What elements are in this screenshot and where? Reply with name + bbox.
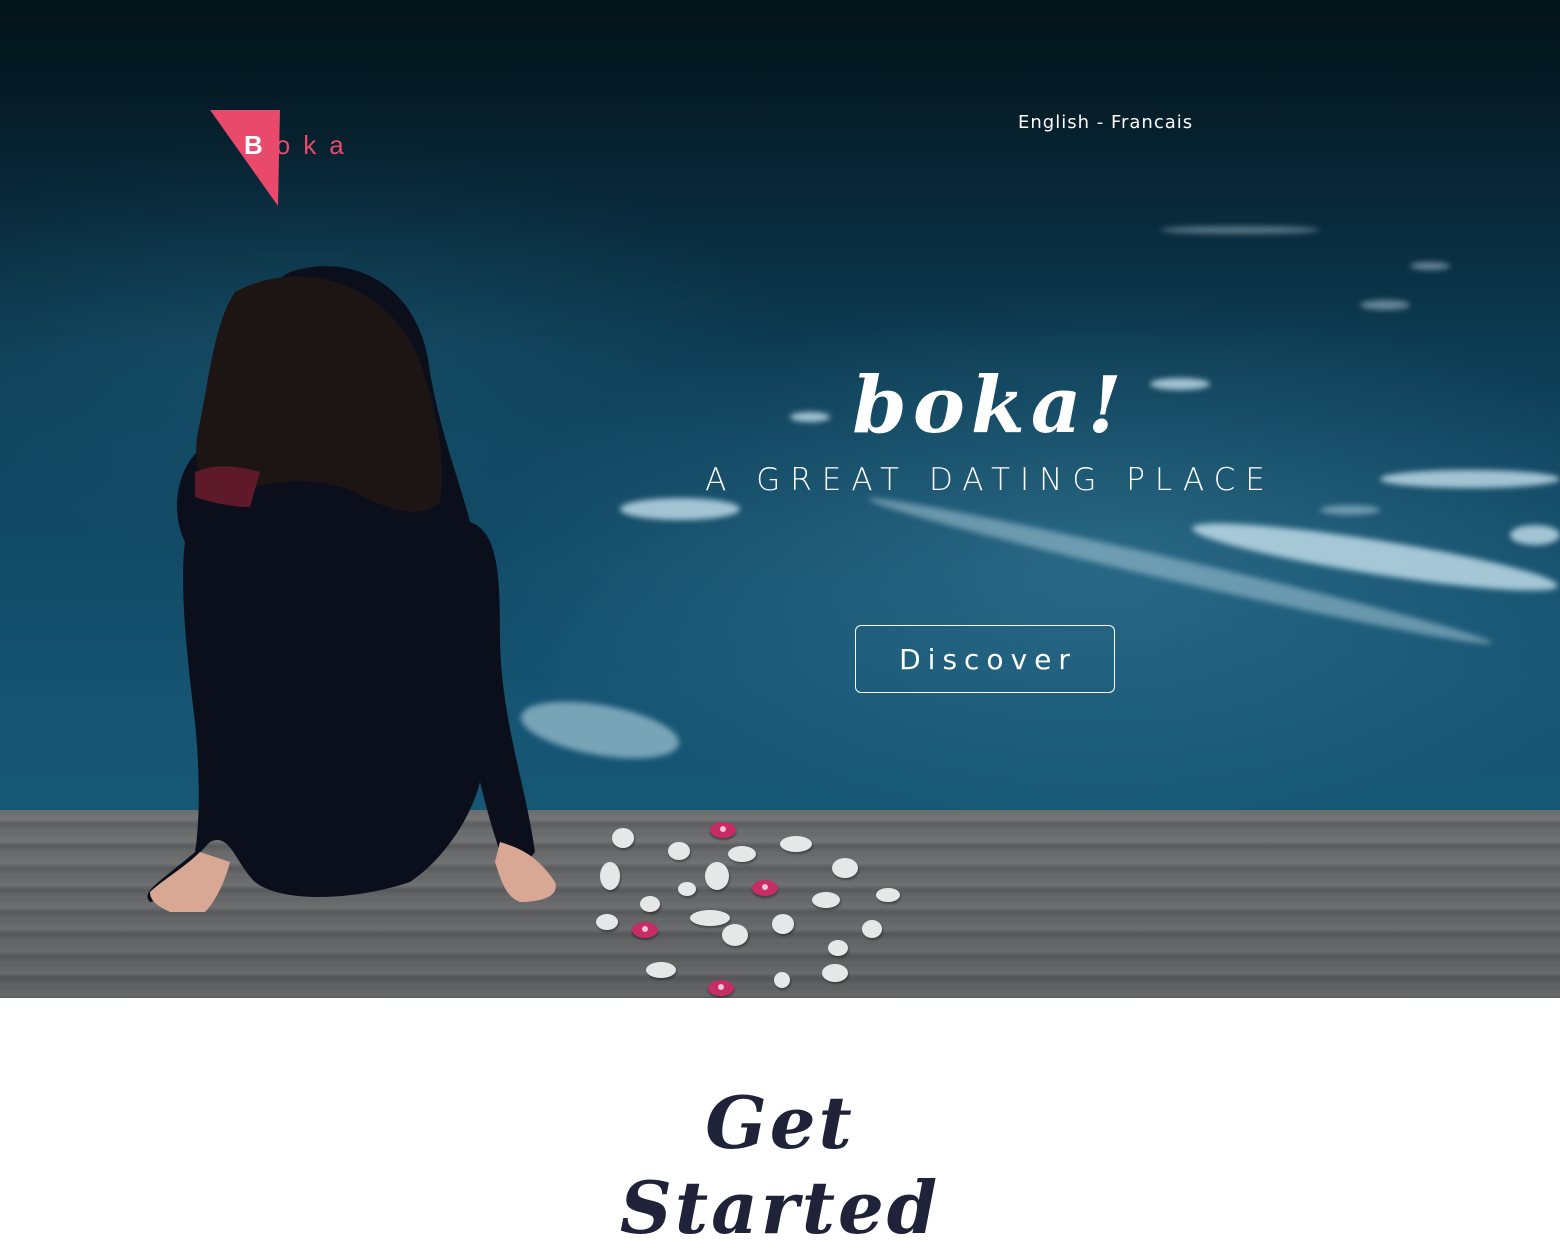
stone bbox=[822, 964, 848, 982]
stone bbox=[772, 914, 794, 934]
hero-tagline: A GREAT DATING PLACE bbox=[705, 462, 1275, 498]
stone bbox=[722, 924, 748, 946]
candle bbox=[752, 880, 778, 896]
woman-silhouette bbox=[147, 266, 556, 912]
stone bbox=[678, 882, 696, 896]
stone bbox=[832, 858, 858, 878]
stone bbox=[705, 862, 729, 890]
stone bbox=[640, 896, 660, 912]
stone bbox=[690, 910, 730, 926]
candle bbox=[710, 822, 736, 838]
stone bbox=[612, 828, 634, 848]
stone bbox=[668, 842, 690, 860]
candle bbox=[708, 980, 734, 996]
stone bbox=[728, 846, 756, 862]
brand-title: boka! bbox=[852, 360, 1128, 451]
stone bbox=[646, 962, 676, 978]
stone bbox=[600, 862, 620, 890]
logo-rest: oka bbox=[275, 130, 357, 160]
logo-first-letter: B bbox=[244, 130, 276, 160]
water-ripple bbox=[1380, 470, 1560, 488]
section-title-get-started: Get Started bbox=[619, 1080, 941, 1250]
candle bbox=[632, 922, 658, 938]
stone bbox=[812, 892, 840, 908]
logo-text: Boka bbox=[244, 130, 357, 161]
water-ripple bbox=[1410, 262, 1450, 270]
stone bbox=[780, 836, 812, 852]
water-ripple bbox=[1510, 525, 1560, 545]
discover-button[interactable]: Discover bbox=[855, 625, 1115, 693]
logo[interactable]: Boka bbox=[210, 110, 360, 210]
water-ripple bbox=[620, 498, 740, 520]
water-ripple bbox=[1320, 505, 1380, 515]
stone bbox=[596, 914, 618, 930]
stone bbox=[876, 888, 900, 902]
language-francais-link[interactable]: - Francais bbox=[1097, 112, 1193, 133]
stone bbox=[774, 972, 790, 988]
stone bbox=[862, 920, 882, 938]
stone bbox=[828, 940, 848, 956]
water-ripple bbox=[1360, 300, 1410, 310]
water-ripple bbox=[1160, 226, 1320, 234]
language-switcher: English - Francais bbox=[1018, 112, 1193, 133]
language-english-link[interactable]: English bbox=[1018, 112, 1090, 133]
